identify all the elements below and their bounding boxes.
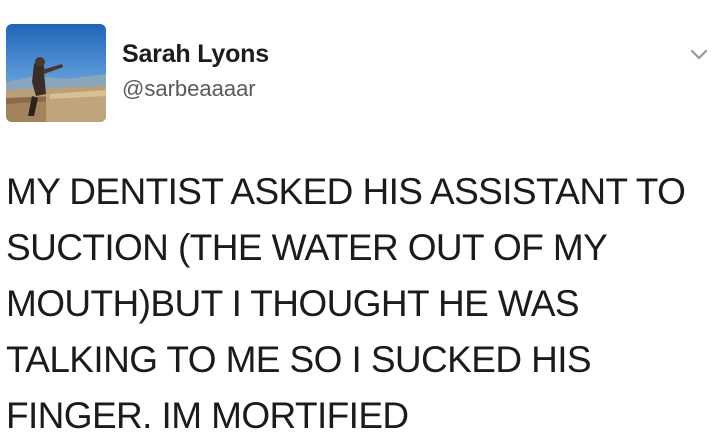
tweet-menu-button[interactable] (690, 48, 708, 62)
tweet-text-line: SUCTION (THE WATER OUT OF MY (6, 227, 608, 268)
author-display-name[interactable]: Sarah Lyons (122, 40, 269, 69)
tweet-text-line: TALKING TO ME SO I SUCKED HIS (6, 339, 592, 380)
chevron-down-icon (690, 49, 708, 60)
author-handle[interactable]: @sarbeaaaar (122, 76, 256, 102)
profile-photo (6, 24, 106, 122)
avatar[interactable] (6, 24, 106, 122)
tweet-text: MY DENTIST ASKED HIS ASSISTANT TO SUCTIO… (6, 164, 706, 437)
tweet-text-line: FINGER. IM MORTIFIED (6, 395, 409, 436)
tweet-text-line: MY DENTIST ASKED HIS ASSISTANT TO (6, 171, 686, 212)
tweet-card: Sarah Lyons @sarbeaaaar MY DENTIST ASKED… (0, 0, 717, 437)
tweet-text-line: MOUTH)BUT I THOUGHT HE WAS (6, 283, 580, 324)
